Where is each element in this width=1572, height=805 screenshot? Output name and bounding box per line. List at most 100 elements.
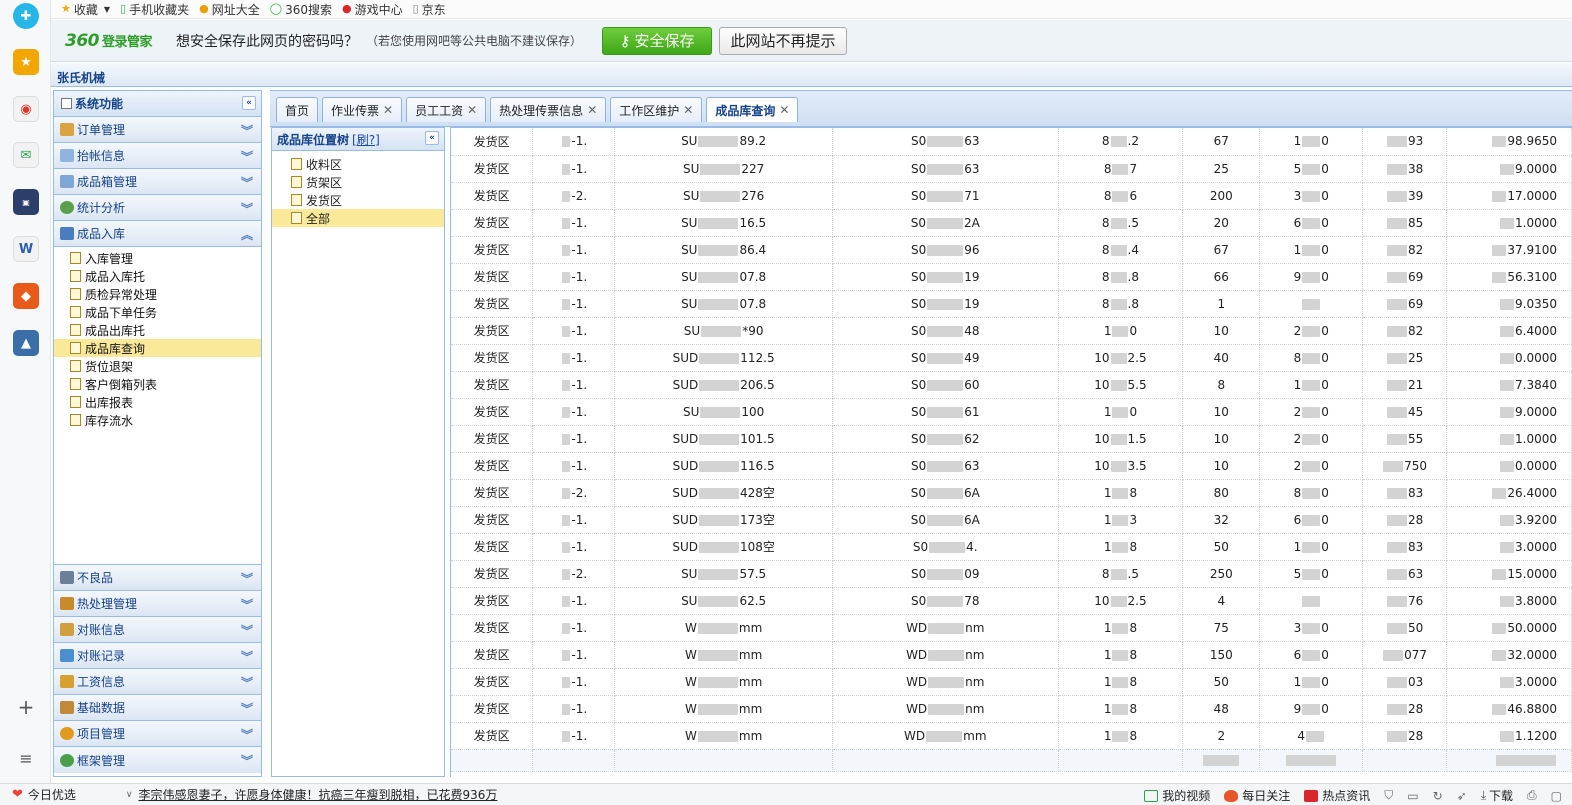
table-row[interactable]: 发货区 -1. SU 07.8 S0 19 8.8 66 9 0 69 56.3100 bbox=[451, 263, 1572, 291]
submenu-item[interactable]: 库存流水 bbox=[54, 411, 261, 429]
rocket-icon[interactable]: ➶ bbox=[1457, 789, 1467, 803]
table-row[interactable]: 发货区 -1. SU 62.5 S0 78 10 2.5 4 76 3.8000 bbox=[451, 587, 1572, 615]
submenu-item-selected[interactable]: 成品库查询 bbox=[54, 339, 261, 357]
expand-icon[interactable]: ︾ bbox=[241, 570, 253, 587]
fav-item-games[interactable]: ● 游戏中心 bbox=[342, 1, 403, 18]
menu-section-recon[interactable]: 对账信息 ︾ bbox=[54, 617, 261, 643]
expand-icon[interactable]: ︾ bbox=[241, 148, 253, 165]
menu-section-framework[interactable]: 框架管理 ︾ bbox=[54, 747, 261, 773]
close-icon[interactable]: ✕ bbox=[383, 103, 393, 117]
menu-section-orders[interactable]: 订单管理 ︾ bbox=[54, 117, 261, 143]
submenu-item[interactable]: 成品入库托 bbox=[54, 267, 261, 285]
tab-job-ticket[interactable]: 作业传票 ✕ bbox=[322, 97, 403, 122]
table-row[interactable]: 发货区 -2. SUD 428空 S0 6A 1 8 80 8 0 83 26.4000 bbox=[451, 479, 1572, 507]
weibo-icon[interactable]: ◉ bbox=[13, 96, 39, 122]
close-icon[interactable]: ✕ bbox=[587, 103, 597, 117]
menu-section-recon-log[interactable]: 对账记录 ︾ bbox=[54, 643, 261, 669]
menu-section-salary[interactable]: 工资信息 ︾ bbox=[54, 669, 261, 695]
tree-node[interactable]: 发货区 bbox=[272, 191, 444, 209]
word-doc-icon[interactable]: W bbox=[13, 236, 39, 262]
game-app-icon[interactable]: ◆ bbox=[13, 283, 39, 309]
menu-checkbox[interactable] bbox=[61, 98, 72, 109]
menu-section-boxes[interactable]: 成品箱管理 ︾ bbox=[54, 169, 261, 195]
expand-icon[interactable]: ︾ bbox=[241, 200, 253, 217]
my-videos-item[interactable]: 我的视频 bbox=[1144, 787, 1210, 804]
expand-icon[interactable]: ︾ bbox=[241, 622, 253, 639]
chevron-down-icon[interactable]: ▼ bbox=[104, 5, 110, 14]
fav-item-jd[interactable]: ▯ 京东 bbox=[413, 1, 446, 18]
expand-icon[interactable]: ︾ bbox=[241, 122, 253, 139]
hot-news-item[interactable]: 热点资讯 bbox=[1304, 787, 1370, 804]
fav-item-360search[interactable]: ◯ 360搜索 bbox=[270, 1, 332, 18]
table-row[interactable]: 发货区 -1. SUD 108空 S0 4. 1 8 50 1 0 83 3.0000 bbox=[451, 533, 1572, 561]
close-icon[interactable]: ✕ bbox=[683, 103, 693, 117]
window-icon[interactable]: ▢ bbox=[1551, 789, 1562, 803]
browser-logo-icon[interactable]: ✚ bbox=[13, 3, 39, 29]
table-row[interactable]: 发货区 -1. Wmm WD nm 1 8 75 3 0 50 50.0000 bbox=[451, 614, 1572, 642]
menu-section-billing[interactable]: 抬帐信息 ︾ bbox=[54, 143, 261, 169]
collapse-icon[interactable]: ︽ bbox=[241, 226, 253, 243]
expand-icon[interactable]: ︾ bbox=[241, 596, 253, 613]
today-picks-link[interactable]: 今日优选 bbox=[28, 786, 76, 803]
news-ticker-link[interactable]: 李宗伟感恩妻子，许愿身体健康！抗癌三年瘦到脱相，已花费936万 bbox=[139, 786, 498, 803]
table-row[interactable]: 发货区 -1. SUD 206.5 S0 60 10 5.5 8 1 0 21 7.3840 bbox=[451, 371, 1572, 399]
submenu-item[interactable]: 入库管理 bbox=[54, 249, 261, 267]
chevron-down-icon[interactable]: ∨ bbox=[126, 790, 133, 800]
never-remind-button[interactable]: 此网站不再提示 bbox=[719, 26, 848, 55]
expand-icon[interactable]: ︾ bbox=[241, 648, 253, 665]
collapse-tree-icon[interactable]: « bbox=[425, 131, 439, 145]
table-row[interactable]: 发货区 -1. SUD 101.5 S0 62 10 1.5 10 2 0 55 1.0000 bbox=[451, 425, 1572, 453]
expand-icon[interactable]: ︾ bbox=[241, 752, 253, 769]
table-row[interactable]: 发货区 -1. SU 100 S0 61 1 0 10 2 0 45 9.0000 bbox=[451, 398, 1572, 426]
table-row[interactable]: 发货区 -1. Wmm WD nm 1 8 50 1 0 03 3.0000 bbox=[451, 668, 1572, 696]
fav-item-mobile[interactable]: ▯ 手机收藏夹 bbox=[120, 1, 189, 18]
table-row[interactable]: 发货区 -2. SU 57.5 S0 09 8.5 250 5 0 63 15.0000 bbox=[451, 560, 1572, 588]
favorites-star-icon[interactable]: ★ bbox=[13, 49, 39, 75]
table-row[interactable]: 发货区 -1. SU 227 S0 63 8 7 25 5 0 38 9.0000 bbox=[451, 155, 1572, 183]
expand-icon[interactable]: ︾ bbox=[241, 700, 253, 717]
table-row[interactable]: 发货区 -1. SUD 116.5 S0 63 10 3.5 10 2 0 750 0.0000 bbox=[451, 452, 1572, 480]
close-icon[interactable]: ✕ bbox=[779, 103, 789, 117]
daily-focus-item[interactable]: 每日关注 bbox=[1224, 787, 1290, 804]
menu-section-stats[interactable]: 统计分析 ︾ bbox=[54, 195, 261, 221]
table-row[interactable]: 发货区 -2. SU 276 S0 71 8 6 200 3 0 39 17.0000 bbox=[451, 182, 1572, 210]
fav-item-collect[interactable]: ★ 收藏 ▼ bbox=[61, 1, 110, 18]
close-icon[interactable]: ✕ bbox=[467, 103, 477, 117]
tab-heat-ticket[interactable]: 热处理传票信息 ✕ bbox=[490, 97, 607, 122]
table-row[interactable]: 发货区 -1. SUD 173空 S0 6A 1 3 32 6 0 28 3.9200 bbox=[451, 506, 1572, 534]
submenu-item[interactable]: 成品出库托 bbox=[54, 321, 261, 339]
tree-node-selected[interactable]: 全部 bbox=[272, 209, 444, 227]
mail-icon[interactable]: ✉ bbox=[13, 142, 39, 168]
menu-section-warehouse-in[interactable]: 成品入库 ︽ bbox=[54, 221, 261, 247]
tree-node[interactable]: 货架区 bbox=[272, 173, 444, 191]
submenu-item[interactable]: 质检异常处理 bbox=[54, 285, 261, 303]
submenu-item[interactable]: 货位退架 bbox=[54, 357, 261, 375]
shield-icon[interactable]: ⛉ bbox=[1384, 788, 1393, 803]
expand-icon[interactable]: ︾ bbox=[241, 674, 253, 691]
news-app-icon[interactable]: ▣ bbox=[13, 189, 39, 215]
table-row[interactable]: 发货区 -1. SU 07.8 S0 19 8.8 1 69 9.0350 bbox=[451, 290, 1572, 318]
menu-section-projects[interactable]: 项目管理 ︾ bbox=[54, 721, 261, 747]
table-row[interactable]: 发货区 -1. Wmm WD nm 1 8 48 9 0 28 46.8800 bbox=[451, 695, 1572, 723]
refresh-icon[interactable]: ↻ bbox=[1433, 789, 1443, 803]
expand-icon[interactable]: ︾ bbox=[241, 174, 253, 191]
print-icon[interactable]: ⎙ bbox=[1527, 788, 1537, 803]
game-app-2-icon[interactable]: ▲ bbox=[13, 330, 39, 356]
tab-home[interactable]: 首页 bbox=[276, 97, 319, 122]
table-row[interactable]: 发货区 -1. SUD 112.5 S0 49 10 2.5 40 8 0 25 0.0000 bbox=[451, 344, 1572, 372]
table-row[interactable]: 发货区 -1. SU 16.5 S0 2A 8.5 20 6 0 85 1.0000 bbox=[451, 209, 1572, 237]
sidebar-menu-icon[interactable]: ≡ bbox=[13, 745, 39, 771]
expand-icon[interactable]: ︾ bbox=[241, 726, 253, 743]
tree-refresh-link[interactable]: [刷?] bbox=[352, 131, 380, 148]
table-row[interactable]: 发货区 -1. SU 89.2 S0 63 8.2 67 1 0 93 98.9650 bbox=[451, 128, 1572, 156]
image-icon[interactable]: ▭ bbox=[1407, 789, 1418, 803]
submenu-item[interactable]: 成品下单任务 bbox=[54, 303, 261, 321]
collapse-menu-icon[interactable]: « bbox=[242, 96, 256, 110]
download-item[interactable]: ⤓ 下载 bbox=[1481, 787, 1513, 804]
tree-node[interactable]: 收料区 bbox=[272, 155, 444, 173]
menu-section-basedata[interactable]: 基础数据 ︾ bbox=[54, 695, 261, 721]
submenu-item[interactable]: 出库报表 bbox=[54, 393, 261, 411]
table-row[interactable]: 发货区 -1. SU 86.4 S0 96 8.4 67 1 0 82 37.9100 bbox=[451, 236, 1572, 264]
safe-save-button[interactable]: ⚷ 安全保存 bbox=[602, 26, 713, 55]
add-app-icon[interactable]: + bbox=[13, 694, 39, 720]
